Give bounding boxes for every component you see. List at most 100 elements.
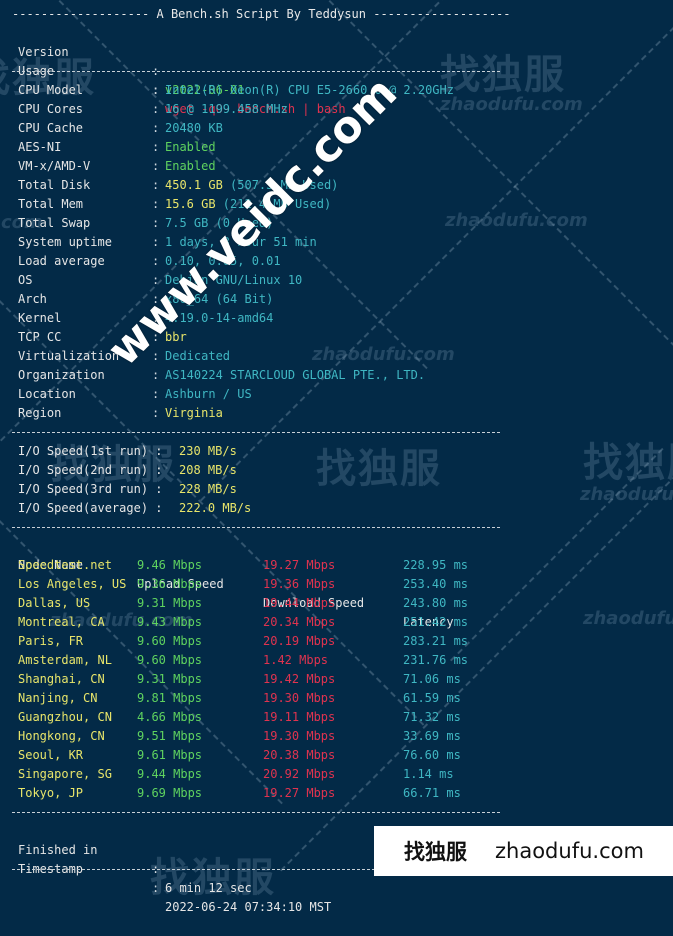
- colon: :: [152, 387, 160, 401]
- info-value: 20480 KB: [165, 119, 223, 138]
- speedtest-row: Shanghai, CN 9.31 Mbps 19.42 Mbps 71.06 ms: [0, 670, 673, 689]
- node-name: Los Angeles, US: [18, 577, 127, 591]
- latency: 33.69 ms: [403, 729, 461, 743]
- node-name: Seoul, KR: [18, 748, 84, 762]
- info-value: Intel(R) Xeon(R) CPU E5-2660 0 @ 2.20GHz: [165, 81, 454, 100]
- download-speed: 20.19 Mbps: [263, 634, 336, 648]
- latency: 71.32 ms: [403, 710, 461, 724]
- info-label: System uptime: [18, 235, 112, 249]
- upload-speed: 9.36 Mbps: [137, 577, 203, 591]
- info-row: System uptime:1 days, 3 hour 51 min: [0, 233, 673, 252]
- speedtest-row: Nanjing, CN 9.81 Mbps 19.30 Mbps 61.59 ms: [0, 689, 673, 708]
- colon: :: [152, 406, 160, 420]
- info-value: Enabled: [165, 157, 216, 176]
- io-speed-label: I/O Speed(average) :: [18, 501, 163, 515]
- info-label: Location: [18, 387, 76, 401]
- colon: :: [152, 368, 160, 382]
- info-row: Arch: x86_64 (64 Bit): [0, 290, 673, 309]
- node-name: Guangzhou, CN: [18, 710, 112, 724]
- download-speed: 19.27 Mbps: [263, 786, 336, 800]
- info-value-main: Virginia: [165, 406, 223, 420]
- divider: [12, 71, 500, 72]
- node-name: Shanghai, CN: [18, 672, 105, 686]
- node-name: Paris, FR: [18, 634, 84, 648]
- latency: 253.40 ms: [403, 577, 469, 591]
- info-value: Virginia: [165, 404, 223, 423]
- divider: [12, 812, 500, 813]
- node-name: Tokyo, JP: [18, 786, 84, 800]
- info-row: CPU Model: Intel(R) Xeon(R) CPU E5-2660 0…: [0, 81, 673, 100]
- node-name: Nanjing, CN: [18, 691, 98, 705]
- info-row-usage: Usage : wget -qO- bench.sh | bash: [0, 43, 673, 116]
- colon: :: [152, 197, 160, 211]
- info-value-main: Intel(R) Xeon(R) CPU E5-2660 0 @ 2.20GHz: [165, 83, 454, 97]
- info-row: Location: Ashburn / US: [0, 385, 673, 404]
- info-value: Enabled: [165, 138, 216, 157]
- io-speed-value: 228 MB/s: [179, 482, 237, 496]
- info-label: Organization: [18, 368, 105, 382]
- node-name: Montreal, CA: [18, 615, 105, 629]
- brand-badge-cn: 找独服: [404, 840, 467, 864]
- info-row: Virtualization: Dedicated: [0, 347, 673, 366]
- download-speed: 19.11 Mbps: [263, 710, 336, 724]
- colon: :: [152, 881, 160, 895]
- info-value-main: Enabled: [165, 159, 216, 173]
- io-speed-label: I/O Speed(2nd run) :: [18, 463, 163, 477]
- io-speed-row: I/O Speed(2nd run) : 208 MB/s: [0, 461, 673, 480]
- speedtest-row: Dallas, US 9.31 Mbps 19.44 Mbps 243.80 ms: [0, 594, 673, 613]
- footer-value: 2022-06-24 07:34:10 MST: [165, 900, 332, 914]
- download-speed: 20.38 Mbps: [263, 748, 336, 762]
- info-row: OS: Debian GNU/Linux 10: [0, 271, 673, 290]
- upload-speed: 9.51 Mbps: [137, 729, 203, 743]
- colon: :: [152, 254, 160, 268]
- speedtest-row: Tokyo, JP 9.69 Mbps 19.27 Mbps 66.71 ms: [0, 784, 673, 803]
- info-label: VM-x/AMD-V: [18, 159, 91, 173]
- upload-speed: 9.60 Mbps: [137, 634, 203, 648]
- latency: 231.76 ms: [403, 653, 469, 667]
- info-label: CPU Cache: [18, 121, 84, 135]
- latency: 76.60 ms: [403, 748, 461, 762]
- info-label: Arch: [18, 292, 47, 306]
- info-value: 16 @ 1199.458 MHz: [165, 100, 288, 119]
- node-name: Hongkong, CN: [18, 729, 105, 743]
- speedtest-header-row: Node Name Upload Speed Download Speed La…: [0, 537, 673, 629]
- latency: 61.59 ms: [403, 691, 461, 705]
- colon: :: [152, 83, 160, 97]
- latency: 71.06 ms: [403, 672, 461, 686]
- info-value: AS140224 STARCLOUD GLOBAL PTE., LTD.: [165, 366, 425, 385]
- header-title: ------------------- A Bench.sh Script By…: [12, 7, 511, 21]
- info-row: Region: Virginia: [0, 404, 673, 423]
- info-value: Ashburn / US: [165, 385, 252, 404]
- info-label: Virtualization: [18, 349, 120, 363]
- info-value-main: 15.6 GB: [165, 197, 216, 211]
- info-label: OS: [18, 273, 33, 287]
- info-row-version: Version : v2022-06-01: [0, 24, 673, 97]
- speedtest-row: Guangzhou, CN 4.66 Mbps 19.11 Mbps 71.32 ms: [0, 708, 673, 727]
- latency: 251.42 ms: [403, 615, 469, 629]
- upload-speed: 9.43 Mbps: [137, 615, 203, 629]
- upload-speed: 9.61 Mbps: [137, 748, 203, 762]
- brand-badge-en: zhaodufu.com: [495, 839, 644, 863]
- download-speed: 20.34 Mbps: [263, 615, 336, 629]
- latency: 66.71 ms: [403, 786, 461, 800]
- colon: :: [152, 121, 160, 135]
- node-name: Amsterdam, NL: [18, 653, 112, 667]
- speedtest-row: Paris, FR 9.60 Mbps 20.19 Mbps 283.21 ms: [0, 632, 673, 651]
- info-value-main: 20480 KB: [165, 121, 223, 135]
- io-speed-row: I/O Speed(3rd run) : 228 MB/s: [0, 480, 673, 499]
- node-name: Dallas, US: [18, 596, 91, 610]
- info-label: Total Mem: [18, 197, 84, 211]
- info-row: Total Disk:450.1 GB (507.3 MB Used): [0, 176, 673, 195]
- info-value-main: 450.1 GB: [165, 178, 223, 192]
- speedtest-row: Seoul, KR 9.61 Mbps 20.38 Mbps 76.60 ms: [0, 746, 673, 765]
- latency: 283.21 ms: [403, 634, 469, 648]
- info-row: Total Mem:15.6 GB (212.4 MB Used): [0, 195, 673, 214]
- speedtest-row: Singapore, SG 9.44 Mbps 20.92 Mbps 1.14 ms: [0, 765, 673, 784]
- download-speed: 1.42 Mbps: [263, 653, 329, 667]
- footer-value: 6 min 12 sec: [165, 881, 252, 895]
- upload-speed: 9.31 Mbps: [137, 672, 203, 686]
- download-speed: 19.42 Mbps: [263, 672, 336, 686]
- info-value: Dedicated: [165, 347, 230, 366]
- info-value-main: Dedicated: [165, 349, 231, 363]
- io-speed-row: I/O Speed(1st run) : 230 MB/s: [0, 442, 673, 461]
